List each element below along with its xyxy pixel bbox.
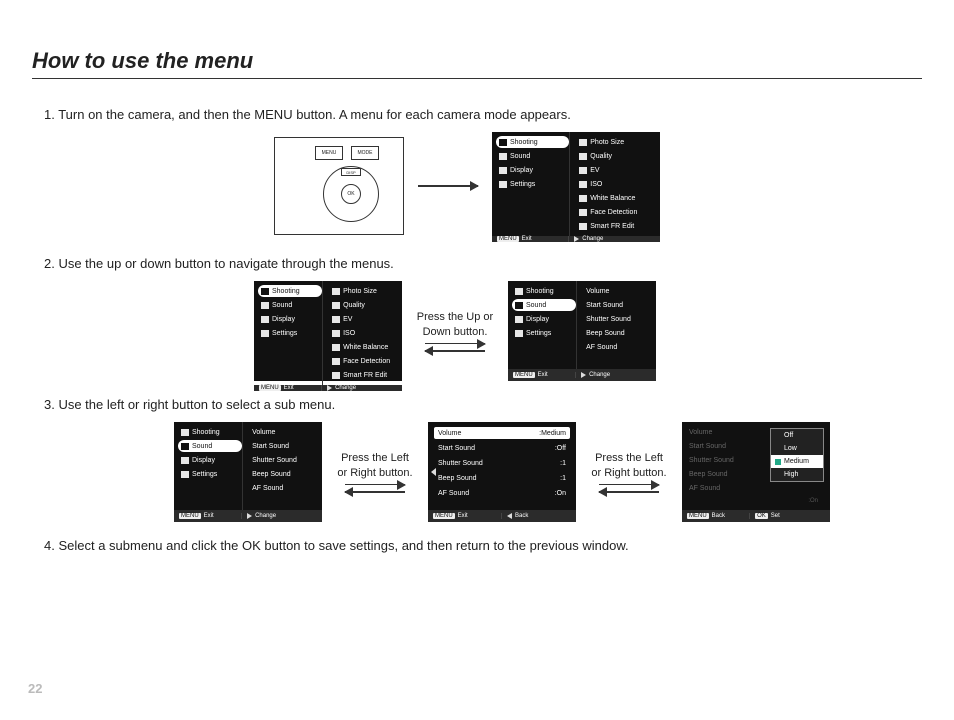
arrows-bidirectional-icon — [425, 343, 485, 352]
camera-diagram: MENU MODE DISP OK — [274, 137, 404, 235]
tab-sound: Sound — [496, 150, 569, 162]
speaker-icon — [431, 468, 436, 476]
caption-updown: Press the Up or Down button. — [416, 310, 494, 339]
tab-shooting: Shooting — [496, 136, 569, 148]
option-low: Low — [771, 442, 823, 455]
tab-settings: Settings — [496, 178, 569, 190]
menu-screen-volume-options: Volume Start Sound Shutter Sound Beep So… — [682, 422, 830, 522]
camera-menu-button: MENU — [315, 146, 343, 160]
tab-display: Display — [496, 164, 569, 176]
arrow-right-icon — [418, 185, 478, 187]
camera-mode-button: MODE — [351, 146, 379, 160]
page-number: 22 — [28, 681, 42, 696]
menu-screen-shooting: Shooting Sound Display Settings Photo Si… — [492, 132, 660, 240]
arrows-bidirectional-icon — [345, 484, 405, 493]
menu-screen-sound-2: Shooting Sound Display Settings Volume S… — [174, 422, 322, 522]
menu-screen-shooting-2: Shooting Sound Display Settings Photo Si… — [254, 281, 402, 381]
menu-screen-sound-detail: Volume:Medium Start Sound:Off Shutter So… — [428, 422, 576, 522]
volume-option-popup: Off Low Medium High — [770, 428, 824, 482]
option-medium: Medium — [771, 455, 823, 468]
step-3-text: 3. Use the left or right button to selec… — [44, 397, 910, 412]
menu-screen-sound: Shooting Sound Display Settings Volume S… — [508, 281, 656, 381]
option-off: Off — [771, 429, 823, 442]
page-title: How to use the menu — [32, 48, 922, 79]
step-1-text: 1. Turn on the camera, and then the MENU… — [44, 107, 910, 122]
camera-disp-label: DISP — [341, 168, 361, 176]
option-high: High — [771, 468, 823, 481]
step-2-text: 2. Use the up or down button to navigate… — [44, 256, 910, 271]
arrows-bidirectional-icon — [599, 484, 659, 493]
camera-ok-button: OK — [341, 184, 361, 204]
caption-leftright-1: Press the Left or Right button. — [336, 451, 414, 480]
caption-leftright-2: Press the Left or Right button. — [590, 451, 668, 480]
step-4-text: 4. Select a submenu and click the OK but… — [44, 538, 910, 553]
